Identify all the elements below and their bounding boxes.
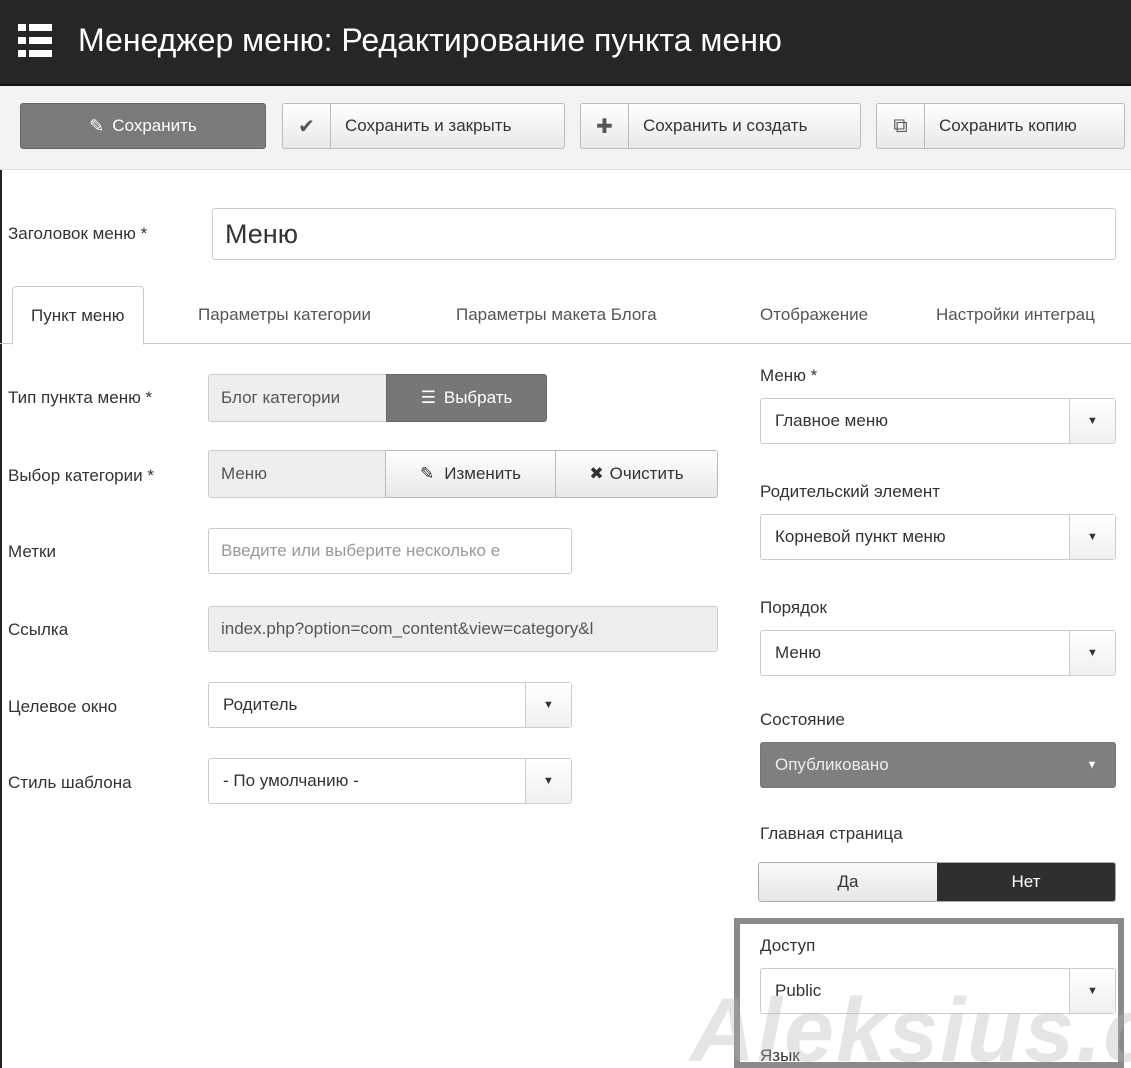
tab-integration[interactable]: Настройки интеграц bbox=[936, 286, 1095, 344]
category-label: Выбор категории * bbox=[8, 466, 154, 485]
watermark: Aleksius.com bbox=[690, 981, 1131, 1068]
tags-label: Метки bbox=[8, 542, 56, 561]
parent-item-select[interactable]: Корневой пункт меню ▼ bbox=[760, 514, 1116, 560]
chevron-down-icon: ▼ bbox=[1069, 399, 1115, 443]
tab-bar: Пункт меню Параметры категории Параметры… bbox=[0, 286, 1131, 345]
menu-title-label: Заголовок меню * bbox=[8, 224, 148, 243]
close-icon: ✖ bbox=[589, 464, 604, 483]
tab-category-options[interactable]: Параметры категории bbox=[198, 286, 371, 344]
menu-list-icon bbox=[18, 24, 52, 58]
tab-display[interactable]: Отображение bbox=[760, 286, 868, 344]
clear-category-button[interactable]: ✖ Очистить bbox=[555, 450, 718, 498]
parent-item-label: Родительский элемент bbox=[760, 482, 940, 501]
toolbar: ✎ Сохранить ✔ Сохранить и закрыть ✚ Сохр… bbox=[0, 86, 1131, 170]
chevron-down-icon: ▼ bbox=[525, 683, 571, 727]
edit-icon: ✎ bbox=[89, 115, 105, 136]
plus-icon: ✚ bbox=[581, 104, 629, 148]
menu-title-input[interactable]: Меню bbox=[212, 208, 1116, 260]
home-page-label: Главная страница bbox=[760, 824, 903, 843]
save-copy-button[interactable]: ⧉ Сохранить копию bbox=[876, 103, 1125, 149]
state-select[interactable]: Опубликовано ▼ bbox=[760, 742, 1116, 788]
edit-category-button[interactable]: ✎ Изменить bbox=[385, 450, 556, 498]
save-button[interactable]: ✎ Сохранить bbox=[20, 103, 266, 149]
target-window-select[interactable]: Родитель ▼ bbox=[208, 682, 572, 728]
link-field: index.php?option=com_content&view=catego… bbox=[208, 606, 718, 652]
menu-select[interactable]: Главное меню ▼ bbox=[760, 398, 1116, 444]
save-new-button[interactable]: ✚ Сохранить и создать bbox=[580, 103, 861, 149]
tab-blog-layout[interactable]: Параметры макета Блога bbox=[456, 286, 657, 344]
target-window-label: Целевое окно bbox=[8, 697, 118, 716]
home-no-option[interactable]: Нет bbox=[937, 863, 1115, 901]
home-page-toggle: Да Нет bbox=[758, 862, 1116, 902]
copy-icon: ⧉ bbox=[877, 104, 925, 148]
list-icon: ☰ bbox=[420, 388, 436, 407]
chevron-down-icon: ▼ bbox=[1086, 759, 1098, 771]
link-label: Ссылка bbox=[8, 620, 69, 639]
chevron-down-icon: ▼ bbox=[1069, 631, 1115, 675]
ordering-select[interactable]: Меню ▼ bbox=[760, 630, 1116, 676]
chevron-down-icon: ▼ bbox=[525, 759, 571, 803]
chevron-down-icon: ▼ bbox=[1069, 515, 1115, 559]
ordering-label: Порядок bbox=[760, 598, 827, 617]
state-label: Состояние bbox=[760, 710, 845, 729]
category-field: Меню bbox=[208, 450, 386, 498]
home-yes-option[interactable]: Да bbox=[759, 863, 937, 901]
edit-icon: ✎ bbox=[420, 464, 435, 483]
title-bar: Менеджер меню: Редактирование пункта мен… bbox=[0, 0, 1131, 86]
menu-item-type-field: Блог категории bbox=[208, 374, 388, 422]
page-title: Менеджер меню: Редактирование пункта мен… bbox=[78, 22, 782, 58]
tags-input[interactable]: Введите или выберите несколько е bbox=[208, 528, 572, 574]
menu-label: Меню * bbox=[760, 366, 818, 385]
template-style-select[interactable]: - По умолчанию - ▼ bbox=[208, 758, 572, 804]
tab-menu-item[interactable]: Пункт меню bbox=[12, 286, 144, 345]
save-close-button[interactable]: ✔ Сохранить и закрыть bbox=[282, 103, 565, 149]
template-style-label: Стиль шаблона bbox=[8, 773, 132, 792]
select-type-button[interactable]: ☰ Выбрать bbox=[386, 374, 547, 422]
menu-item-type-label: Тип пункта меню * bbox=[8, 388, 153, 407]
check-icon: ✔ bbox=[283, 104, 331, 148]
